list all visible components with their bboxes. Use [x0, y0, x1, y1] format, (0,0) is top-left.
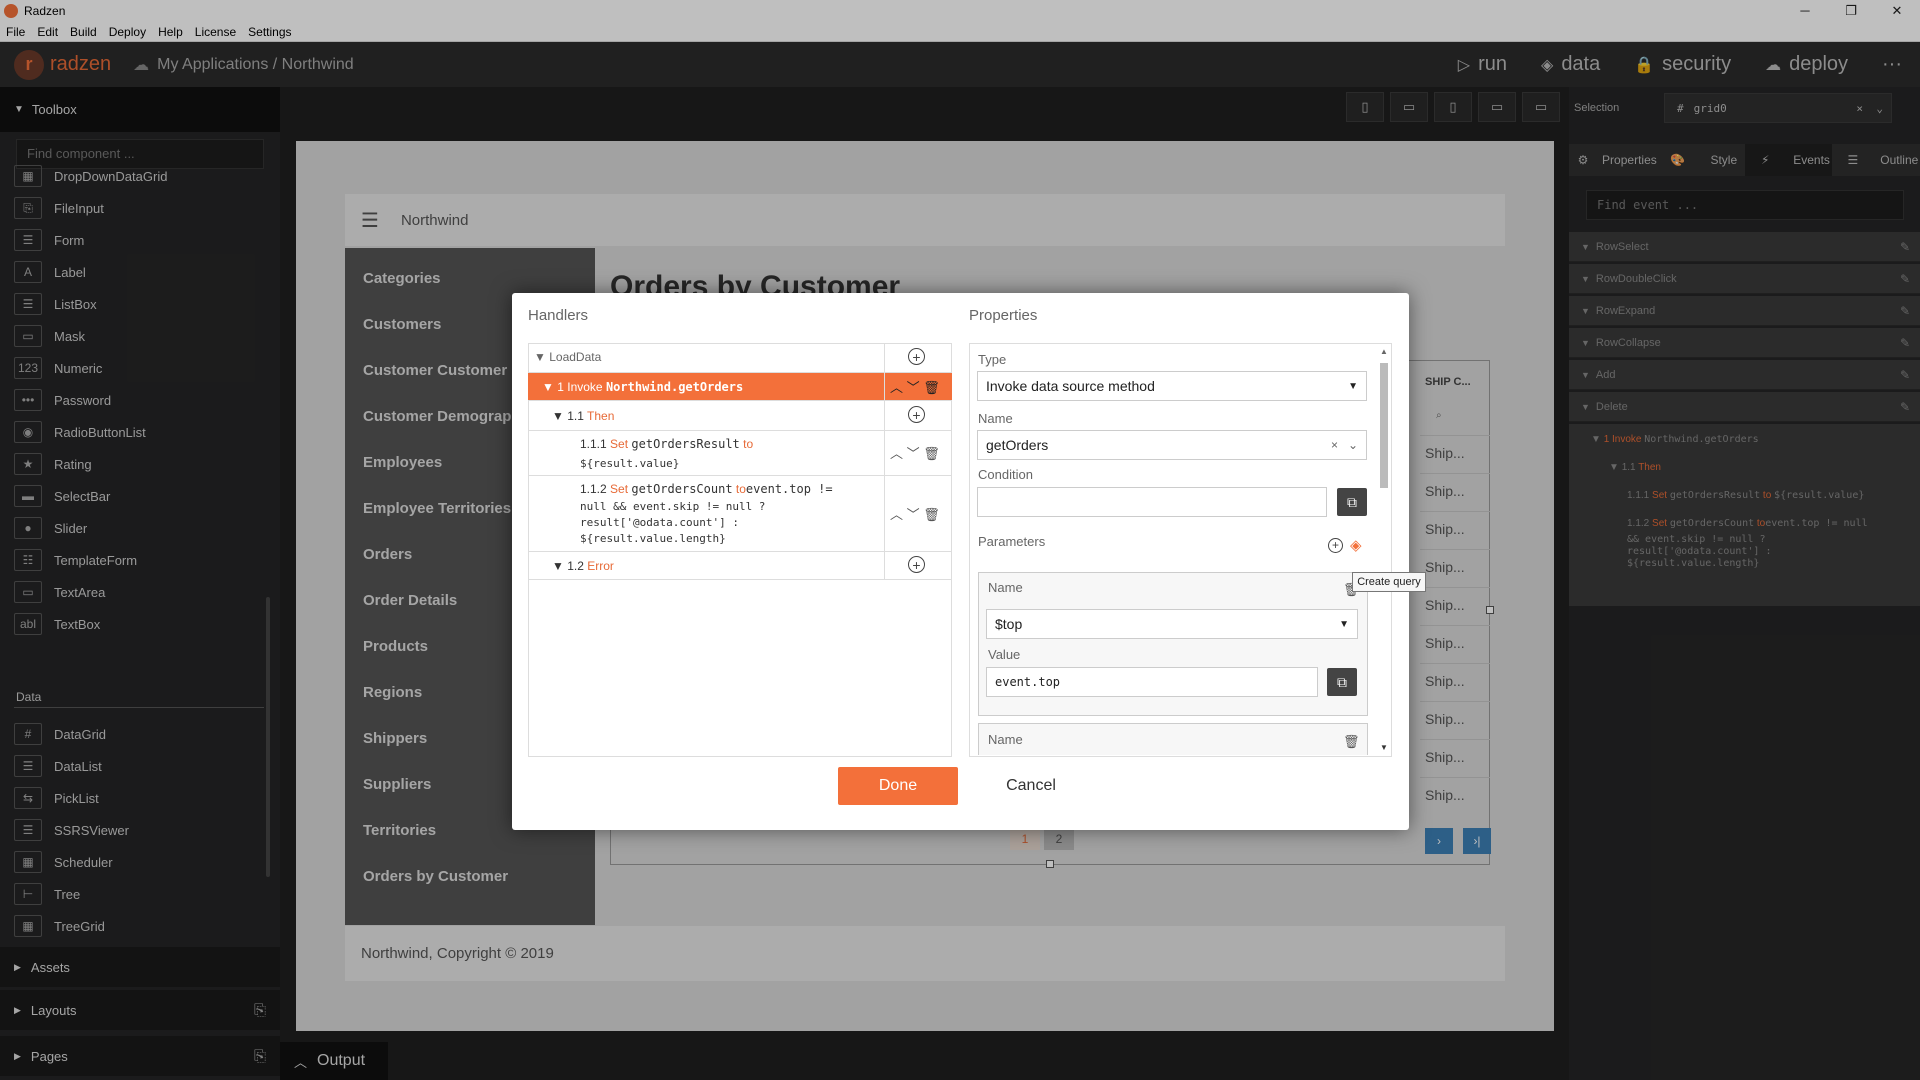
type-label: Type [978, 352, 1006, 367]
move-down-icon[interactable]: ﹀ [907, 380, 920, 395]
trash-icon[interactable]: 🗑 [923, 507, 940, 522]
param-name-label: Name [988, 580, 1023, 595]
name-value: getOrders [986, 437, 1048, 453]
properties-title: Properties [969, 307, 1037, 324]
move-up-icon[interactable]: ︿ [890, 507, 903, 522]
handler-row-set-result[interactable]: 1.1.1 Set getOrdersResult to ${result.va… [528, 431, 952, 476]
dropdown-arrow-icon: ▼ [1348, 381, 1358, 392]
name-label: Name [978, 411, 1013, 426]
type-select[interactable]: Invoke data source method ▼ [977, 371, 1367, 401]
move-down-icon[interactable]: ﹀ [907, 446, 920, 461]
properties-scrollbar[interactable]: ▲▼ [1378, 355, 1390, 755]
handlers-title: Handlers [528, 307, 588, 324]
handler-row-set-count[interactable]: 1.1.2 Set getOrdersCount toevent.top != … [528, 476, 952, 552]
dropdown-arrow-icon: ▼ [1339, 619, 1349, 630]
handler-value-line: ${result.value.length} [580, 532, 726, 545]
handler-var: getOrdersCount [631, 482, 732, 496]
open-expression-editor-icon[interactable]: ⧉ [1337, 488, 1367, 516]
move-up-icon[interactable]: ︿ [890, 446, 903, 461]
condition-input[interactable] [977, 487, 1327, 517]
open-expression-editor-icon[interactable]: ⧉ [1327, 668, 1357, 696]
handler-num: 1.1 [567, 409, 584, 423]
add-handler-icon[interactable]: + [908, 406, 925, 423]
handler-row-error[interactable]: ▼ 1.2 Error + [528, 552, 952, 580]
handler-row-invoke[interactable]: ▼ 1 Invoke Northwind.getOrders ︿ ﹀ 🗑 [528, 373, 952, 401]
param-value-label: Value [988, 647, 1020, 662]
done-button[interactable]: Done [838, 767, 958, 805]
type-value: Invoke data source method [986, 378, 1155, 394]
clear-icon[interactable]: × [1331, 438, 1338, 452]
move-down-icon[interactable]: ﹀ [907, 507, 920, 522]
param2-name-label: Name [988, 732, 1023, 747]
handler-value: event.top != [746, 482, 833, 496]
chevron-down-icon[interactable]: ⌄ [1348, 438, 1358, 452]
scroll-up-icon[interactable]: ▲ [1380, 347, 1388, 356]
trash-icon[interactable]: 🗑 [923, 446, 940, 461]
param-name-value: $top [995, 616, 1022, 632]
create-query-tooltip: Create query [1352, 572, 1426, 592]
add-handler-icon[interactable]: + [908, 348, 925, 365]
condition-label: Condition [978, 467, 1033, 482]
handler-num: 1.1.2 [580, 482, 607, 496]
handler-keyword: Then [587, 409, 614, 423]
move-up-icon[interactable]: ︿ [890, 380, 903, 395]
trash-icon[interactable]: 🗑 [1343, 734, 1360, 750]
param-name-select[interactable]: $top ▼ [986, 609, 1358, 639]
parameter-box [978, 723, 1368, 755]
param-value-input[interactable]: event.top [986, 667, 1318, 697]
handler-row-then[interactable]: ▼ 1.1 Then + [528, 401, 952, 431]
cancel-button[interactable]: Cancel [986, 767, 1076, 805]
handler-num: 1.1.1 [580, 437, 607, 451]
parameters-label: Parameters [978, 534, 1045, 549]
name-select[interactable]: getOrders × ⌄ [977, 430, 1367, 460]
caret-down-icon: ▼ [534, 350, 549, 364]
handler-keyword: Invoke [567, 380, 602, 394]
trash-icon[interactable]: 🗑 [923, 380, 940, 395]
handler-num: 1 [557, 380, 564, 394]
caret-down-icon: ▼ [552, 409, 567, 423]
handler-value: ${result.value} [580, 457, 679, 470]
handler-value-line: result['@odata.count'] : [580, 516, 739, 529]
handler-root-label: LoadData [549, 350, 601, 364]
handler-value-line: null && event.skip != null ? [580, 500, 765, 513]
handler-to: to [736, 482, 746, 496]
caret-down-icon: ▼ [542, 380, 557, 394]
create-query-icon[interactable]: ◈ [1350, 536, 1362, 554]
caret-down-icon: ▼ [552, 559, 567, 573]
handler-var: getOrdersResult [631, 437, 739, 451]
add-handler-icon[interactable]: + [908, 556, 925, 573]
handler-keyword: Set [610, 437, 628, 451]
scroll-down-icon[interactable]: ▼ [1380, 743, 1388, 752]
handler-keyword: Error [587, 559, 614, 573]
handler-value: Northwind.getOrders [606, 380, 743, 394]
handler-keyword: Set [610, 482, 628, 496]
handler-to: to [743, 437, 753, 451]
handler-root-row[interactable]: ▼ LoadData + [528, 343, 952, 373]
add-parameter-icon[interactable]: + [1328, 537, 1343, 553]
handler-num: 1.2 [567, 559, 584, 573]
